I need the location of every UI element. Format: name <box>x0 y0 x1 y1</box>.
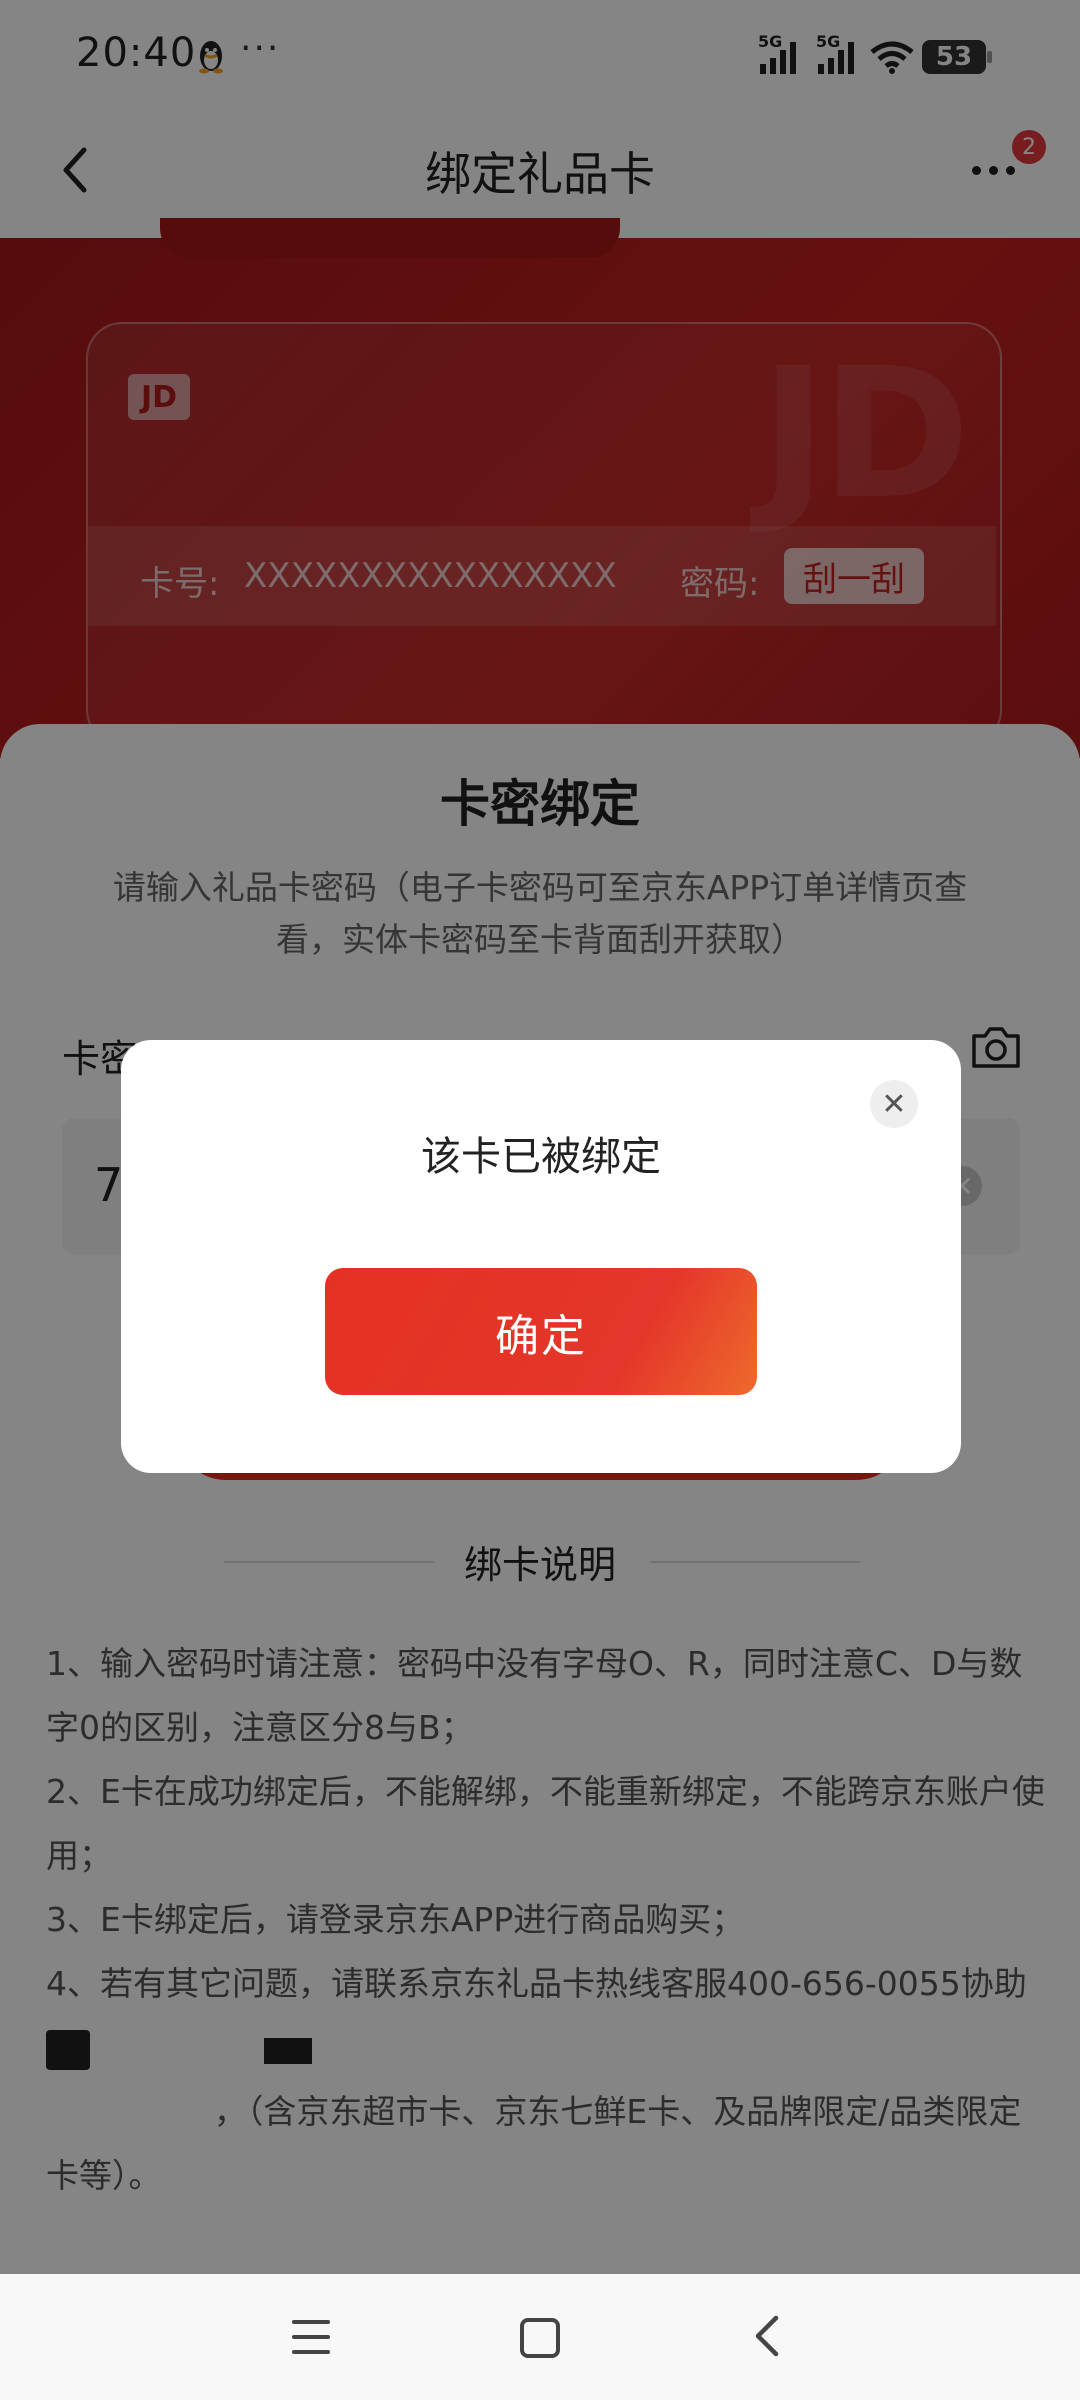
dialog-message: 该卡已被绑定 <box>421 1134 661 1180</box>
confirm-button[interactable]: 确定 <box>325 1268 757 1395</box>
home-icon[interactable] <box>520 2318 560 2358</box>
alert-dialog <box>121 1040 961 1473</box>
menu-icon[interactable] <box>292 2320 330 2354</box>
close-icon[interactable]: ✕ <box>870 1080 918 1128</box>
back-icon[interactable] <box>748 2314 788 2358</box>
